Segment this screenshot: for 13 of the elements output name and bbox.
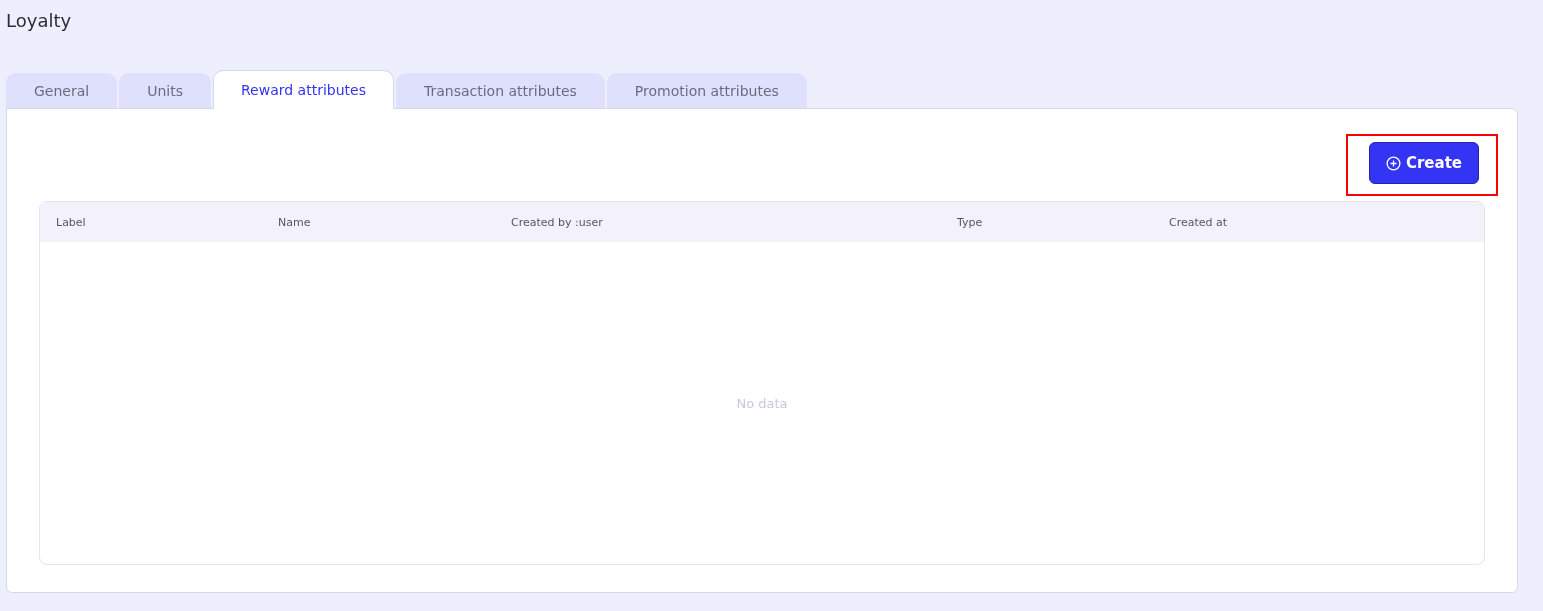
column-header: Label	[56, 215, 87, 229]
column-header: Type	[957, 215, 984, 229]
tab[interactable]: Transaction attributes	[395, 73, 605, 108]
page-title: Loyalty	[6, 10, 73, 32]
tab[interactable]: Units	[119, 73, 211, 108]
column-header: Created at	[1169, 215, 1229, 229]
column-header: Name	[278, 215, 312, 229]
tab[interactable]: Promotion attributes	[606, 73, 807, 108]
column-header: Created by :user	[511, 215, 604, 229]
tab[interactable]: Reward attributes	[213, 70, 394, 109]
create-button[interactable]: Create	[1368, 142, 1479, 184]
tab[interactable]: General	[6, 73, 118, 108]
plus-circle-icon	[1385, 155, 1401, 171]
